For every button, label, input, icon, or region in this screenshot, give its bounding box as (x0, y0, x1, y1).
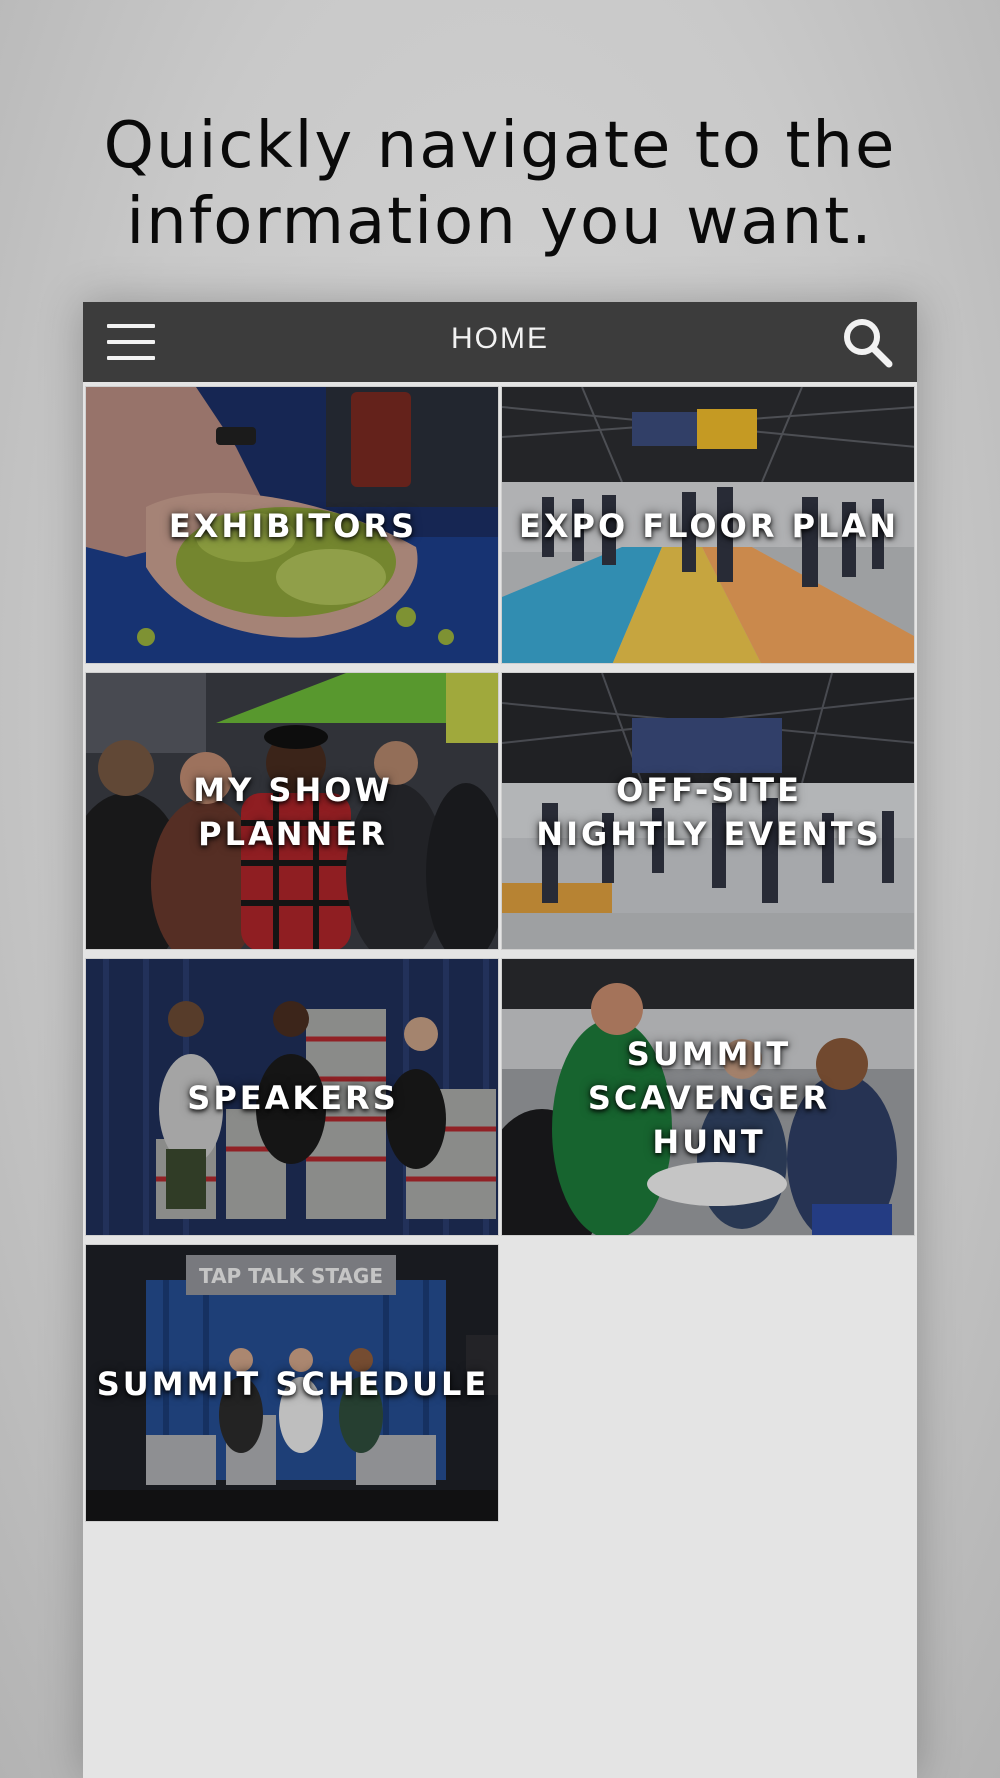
tile-label: SUMMIT SCAVENGER HUNT (587, 1035, 831, 1161)
top-nav-bar: HOME (83, 302, 917, 382)
tile-label: OFF-SITE NIGHTLY EVENTS (536, 771, 882, 853)
tile-off-site-nightly-events[interactable]: OFF-SITE NIGHTLY EVENTS (501, 672, 915, 950)
tile-exhibitors[interactable]: EXHIBITORS (85, 386, 499, 664)
tile-label: EXHIBITORS (168, 507, 418, 545)
tile-label: MY SHOW PLANNER (193, 771, 393, 853)
app-screen: HOME EXHIBITORS EXPO FLOOR PLAN MY SHOW … (83, 302, 917, 1778)
search-icon[interactable] (839, 314, 895, 370)
tile-label: SPEAKERS (187, 1079, 399, 1117)
headline-line-1: Quickly navigate to the (103, 109, 897, 183)
tile-summit-scavenger-hunt[interactable]: SUMMIT SCAVENGER HUNT (501, 958, 915, 1236)
tile-expo-floor-plan[interactable]: EXPO FLOOR PLAN (501, 386, 915, 664)
nav-title: HOME (451, 322, 549, 355)
tile-summit-schedule[interactable]: TAP TALK STAGE SUMMIT SCHEDULE (85, 1244, 499, 1522)
tile-speakers[interactable]: SPEAKERS (85, 958, 499, 1236)
tile-my-show-planner[interactable]: MY SHOW PLANNER (85, 672, 499, 950)
hamburger-menu-icon[interactable] (107, 320, 155, 364)
tile-label: SUMMIT SCHEDULE (96, 1365, 490, 1403)
headline-line-2: information you want. (126, 185, 874, 259)
headline: Quickly navigate to the information you … (0, 108, 1000, 260)
tile-label: EXPO FLOOR PLAN (518, 507, 899, 545)
